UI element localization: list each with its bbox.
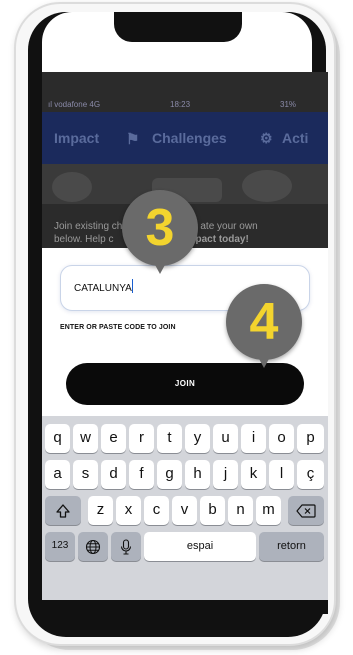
key-t[interactable]: t [157,424,182,453]
return-key[interactable]: retorn [259,532,324,561]
code-hint-label: ENTER OR PASTE CODE TO JOIN [60,324,176,331]
screen-top-area [42,12,312,72]
key-l[interactable]: l [269,460,294,489]
key-d[interactable]: d [101,460,126,489]
shift-key[interactable] [45,496,81,525]
clock: 18:23 [170,100,191,109]
key-h[interactable]: h [185,460,210,489]
key-w[interactable]: w [73,424,98,453]
key-q[interactable]: q [45,424,70,453]
tab-activity[interactable]: Acti [282,130,308,146]
step-number: 4 [249,293,279,351]
microphone-key[interactable] [111,532,141,561]
key-b[interactable]: b [200,496,225,525]
key-v[interactable]: v [172,496,197,525]
key-s[interactable]: s [73,460,98,489]
key-c[interactable]: c [144,496,169,525]
status-bar: ıl vodafone 4G 18:23 31% [42,98,328,112]
text-caret [132,279,133,293]
microphone-icon [120,538,132,555]
home-indicator-area [42,600,328,614]
tab-impact[interactable]: Impact [54,130,99,146]
on-screen-keyboard: q w e r t y u i o p a s d f g h j k l ç … [42,416,328,602]
backspace-icon [296,503,316,518]
key-k[interactable]: k [241,460,266,489]
key-g[interactable]: g [157,460,182,489]
tab-challenges[interactable]: Challenges [152,130,227,146]
space-key[interactable]: espai [144,532,256,561]
delete-key[interactable] [288,496,324,525]
globe-key[interactable] [78,532,108,561]
key-u[interactable]: u [213,424,238,453]
key-r[interactable]: r [129,424,154,453]
step-number: 3 [145,199,175,257]
key-c-cedilla[interactable]: ç [297,460,324,489]
key-j[interactable]: j [213,460,238,489]
key-x[interactable]: x [116,496,141,525]
numbers-key[interactable]: 123 [45,532,75,561]
carrier-label: ıl vodafone 4G [48,100,101,109]
key-a[interactable]: a [45,460,70,489]
step-marker-4: 4 [226,284,302,372]
flag-icon: ⚑ [126,131,140,148]
shift-icon [56,503,70,518]
globe-icon [85,539,101,554]
key-z[interactable]: z [88,496,113,525]
key-y[interactable]: y [185,424,210,453]
key-n[interactable]: n [228,496,253,525]
phone-notch [114,12,242,42]
gear-icon: ⚙ [260,130,273,146]
key-p[interactable]: p [297,424,324,453]
battery-label: 31% [280,100,297,109]
key-e[interactable]: e [101,424,126,453]
step-marker-3: 3 [122,190,198,278]
key-f[interactable]: f [129,460,154,489]
app-tab-bar: Impact ⚑ Challenges ⚙ Acti [42,112,328,164]
key-i[interactable]: i [241,424,266,453]
key-m[interactable]: m [256,496,281,525]
key-o[interactable]: o [269,424,294,453]
